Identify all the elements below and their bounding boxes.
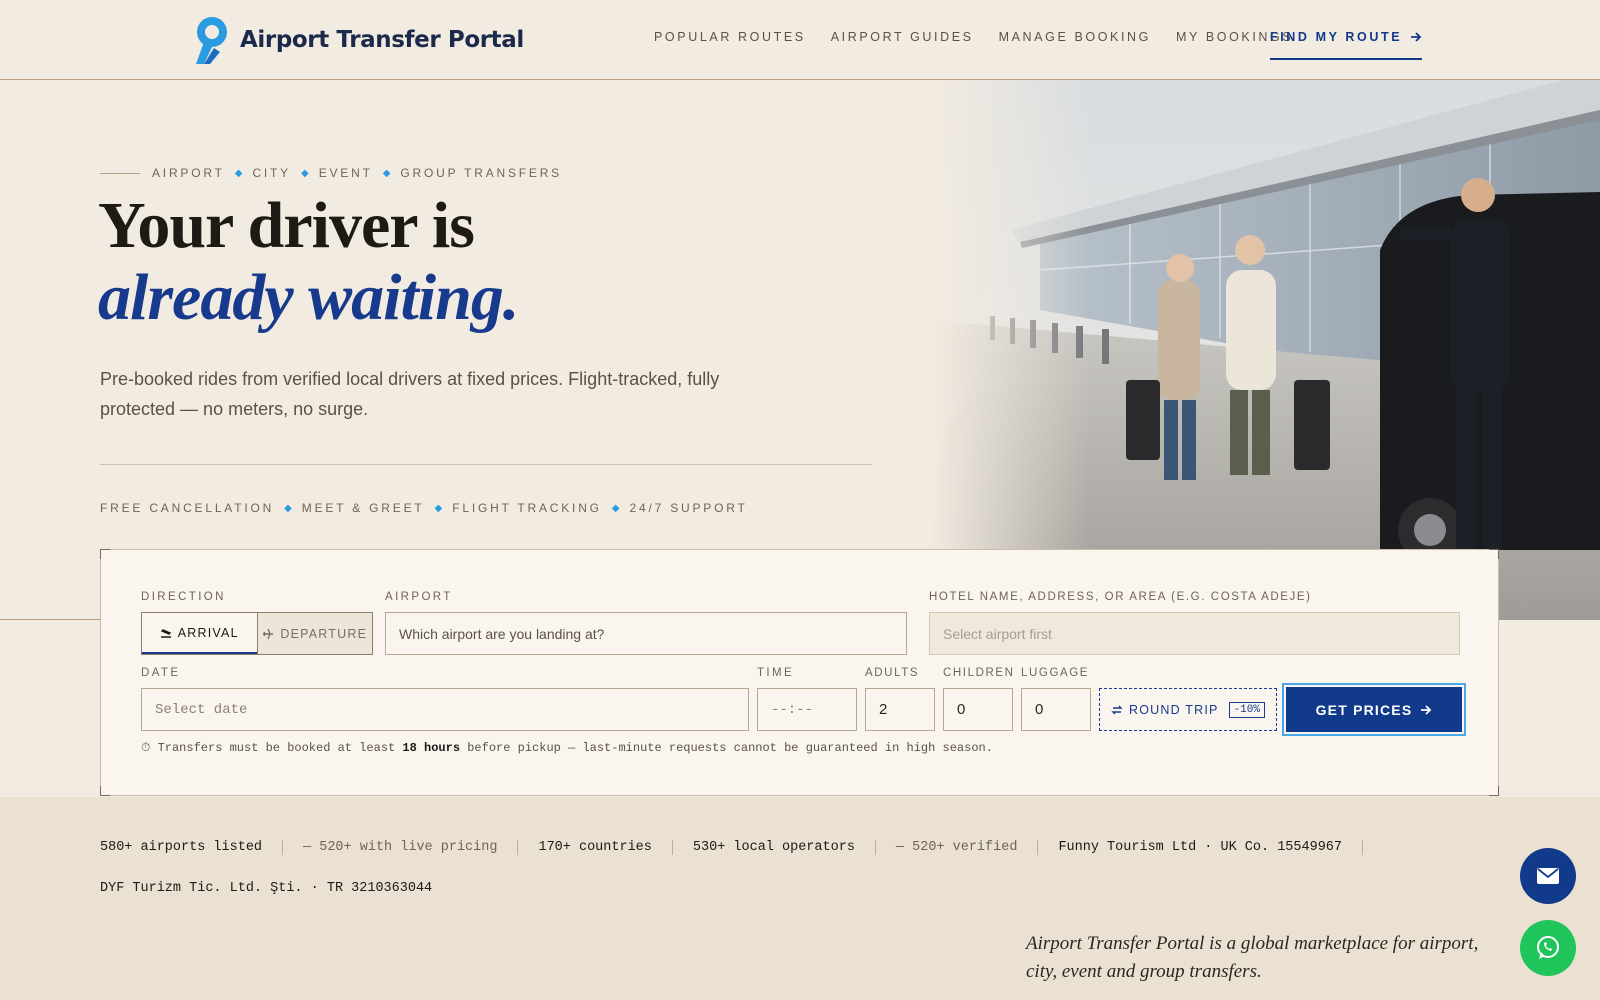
diamond-icon: ◆ — [382, 167, 391, 179]
eyebrow-event: EVENT — [318, 166, 373, 180]
find-my-route-link[interactable]: FIND MY ROUTE — [1270, 30, 1423, 60]
round-trip-toggle[interactable]: ROUND TRIP -10% — [1099, 688, 1277, 731]
get-prices-button[interactable]: GET PRICES — [1282, 683, 1466, 736]
swap-icon — [1111, 705, 1123, 714]
hero-section: AIRPORT ◆ CITY ◆ EVENT ◆ GROUP TRANSFERS… — [0, 80, 1600, 620]
clock-icon: ⏱ — [141, 741, 151, 755]
hero-subtext: Pre-booked rides from verified local dri… — [100, 369, 720, 419]
get-prices-label: GET PRICES — [1315, 701, 1413, 718]
direction-label: DIRECTION — [141, 591, 226, 603]
company-tr: DYF Turizm Tic. Ltd. Şti. · TR 321036304… — [100, 881, 433, 896]
nav-airport-guides[interactable]: AIRPORT GUIDES — [831, 30, 974, 44]
luggage-input[interactable]: 0 — [1021, 688, 1091, 731]
departure-button[interactable]: DEPARTURE — [256, 613, 372, 654]
date-placeholder: Select date — [155, 701, 248, 718]
site-header: Airport Transfer Portal POPULAR ROUTES A… — [0, 0, 1600, 80]
hotel-placeholder: Select airport first — [943, 625, 1052, 642]
adults-value: 2 — [879, 701, 888, 718]
headline-line2: already waiting. — [98, 261, 519, 334]
hotel-input[interactable]: Select airport first — [929, 612, 1460, 655]
nav-manage-booking[interactable]: MANAGE BOOKING — [999, 30, 1151, 44]
notice-suffix: before pickup — last-minute requests can… — [467, 741, 993, 755]
booking-form: DIRECTION ARRIVAL DEPARTURE AIRPORT Whic… — [100, 549, 1499, 796]
children-input[interactable]: 0 — [943, 688, 1013, 731]
feature-free-cancellation: FREE CANCELLATION — [100, 501, 275, 515]
arrow-right-icon — [1421, 704, 1432, 715]
logo[interactable]: Airport Transfer Portal — [190, 14, 524, 66]
feature-flight-tracking: FLIGHT TRACKING — [452, 501, 602, 515]
find-my-route-label: FIND MY ROUTE — [1270, 30, 1403, 44]
logo-text: Airport Transfer Portal — [240, 27, 524, 53]
eyebrow-line — [100, 172, 140, 174]
main-nav: POPULAR ROUTES AIRPORT GUIDES MANAGE BOO… — [654, 30, 1318, 44]
feature-support: 24/7 SUPPORT — [629, 501, 748, 515]
hotel-label: HOTEL NAME, ADDRESS, OR AREA (E.G. COSTA… — [929, 591, 1312, 603]
luggage-label: LUGGAGE — [1021, 667, 1090, 679]
stats-row: 580+ airports listed — 520+ with live pr… — [100, 840, 1363, 855]
plane-landing-icon — [160, 628, 171, 638]
children-label: CHILDREN — [943, 667, 1015, 679]
round-trip-label: ROUND TRIP — [1129, 702, 1219, 717]
arrow-right-icon — [1411, 32, 1422, 42]
stat-countries: 170+ countries — [518, 840, 673, 855]
mail-icon — [1537, 868, 1559, 884]
adults-input[interactable]: 2 — [865, 688, 935, 731]
luggage-value: 0 — [1035, 701, 1044, 718]
tagline: Airport Transfer Portal is a global mark… — [1026, 933, 1479, 982]
diamond-icon: ◆ — [234, 167, 243, 179]
hero-divider — [100, 464, 872, 465]
direction-toggle: ARRIVAL DEPARTURE — [141, 612, 373, 655]
stat-operators: 530+ local operators — [673, 840, 876, 855]
hero-eyebrow: AIRPORT ◆ CITY ◆ EVENT ◆ GROUP TRANSFERS — [100, 166, 562, 180]
departure-label: DEPARTURE — [280, 626, 368, 641]
feature-meet-greet: MEET & GREET — [301, 501, 425, 515]
whatsapp-contact-button[interactable] — [1520, 920, 1576, 976]
feature-list: FREE CANCELLATION ◆ MEET & GREET ◆ FLIGH… — [100, 501, 748, 515]
airport-placeholder: Which airport are you landing at? — [399, 625, 605, 642]
eyebrow-city: CITY — [252, 166, 291, 180]
stat-airports: 580+ airports listed — [100, 840, 284, 855]
notice-hours: 18 hours — [402, 741, 461, 755]
arrival-label: ARRIVAL — [177, 625, 239, 640]
stat-live-pricing: — 520+ with live pricing — [283, 840, 519, 855]
airport-arrival-photo — [930, 80, 1600, 620]
eyebrow-airport: AIRPORT — [152, 166, 225, 180]
nav-popular-routes[interactable]: POPULAR ROUTES — [654, 30, 806, 44]
date-input[interactable]: Select date — [141, 688, 749, 731]
notice-prefix: Transfers must be booked at least — [157, 741, 396, 755]
email-contact-button[interactable] — [1520, 848, 1576, 904]
time-input[interactable]: --:-- — [757, 688, 857, 731]
children-value: 0 — [957, 701, 966, 718]
adults-label: ADULTS — [865, 667, 920, 679]
logo-pin-icon — [196, 17, 227, 64]
diamond-icon: ◆ — [300, 167, 309, 179]
time-placeholder: --:-- — [771, 701, 814, 718]
diamond-icon: ◆ — [434, 502, 443, 514]
eyebrow-group: GROUP TRANSFERS — [400, 166, 562, 180]
company-uk: Funny Tourism Ltd · UK Co. 15549967 — [1038, 840, 1363, 855]
diamond-icon: ◆ — [611, 502, 620, 514]
date-label: DATE — [141, 667, 181, 679]
plane-icon — [263, 628, 274, 639]
stat-verified: — 520+ verified — [876, 840, 1039, 855]
time-label: TIME — [757, 667, 795, 679]
whatsapp-icon — [1537, 936, 1559, 959]
booking-notice: ⏱ Transfers must be booked at least 18 h… — [141, 741, 993, 755]
headline-line1: Your driver is — [98, 189, 475, 262]
diamond-icon: ◆ — [284, 502, 292, 514]
airport-label: AIRPORT — [385, 591, 453, 603]
airport-input[interactable]: Which airport are you landing at? — [385, 612, 907, 655]
hero-headline: Your driver is already waiting. — [98, 189, 519, 334]
round-trip-discount-badge: -10% — [1228, 701, 1265, 718]
arrival-button[interactable]: ARRIVAL — [142, 613, 257, 654]
